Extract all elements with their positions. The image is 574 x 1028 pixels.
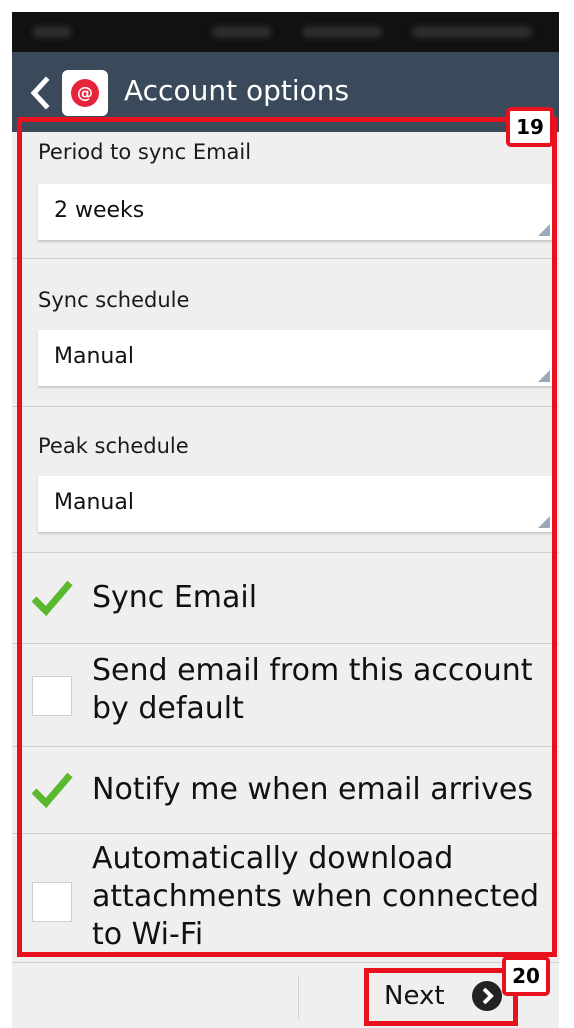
email-app-icon[interactable]: @ [62,70,108,116]
annotation-tag-20: 20 [502,956,550,996]
annotation-tag-19: 19 [506,107,554,147]
annotation-box-next [364,968,518,1026]
divider [298,975,299,1019]
status-bar [12,12,559,52]
page-title: Account options [124,74,350,107]
back-chevron-icon[interactable] [26,76,54,110]
annotation-box-settings [17,117,557,957]
